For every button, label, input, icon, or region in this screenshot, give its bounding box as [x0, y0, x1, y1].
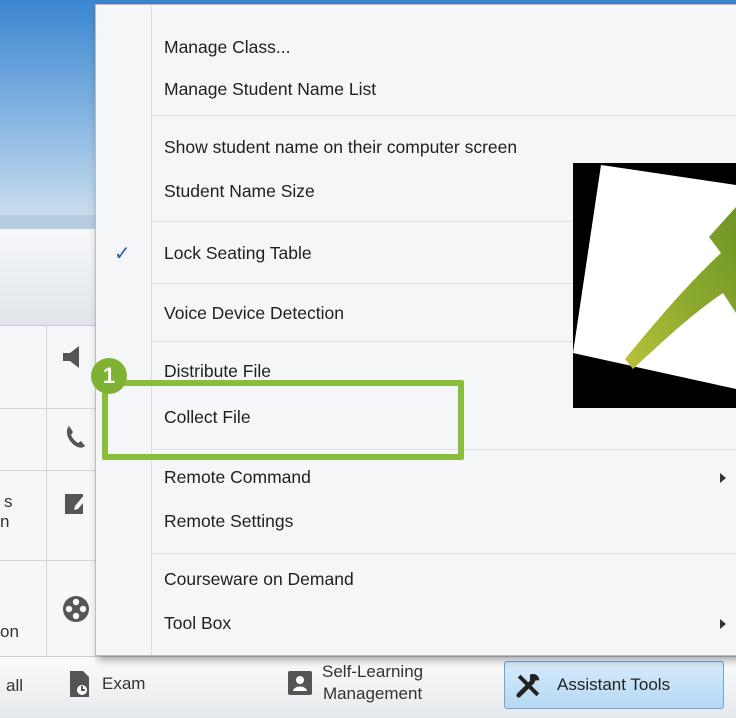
menu-item-manage-class[interactable]: Manage Class...	[164, 35, 290, 59]
edit-icon[interactable]	[56, 486, 96, 520]
submenu-arrow-icon	[720, 473, 726, 483]
self-learning-label-line1: Self-Learning	[322, 662, 424, 681]
menu-separator	[152, 553, 736, 554]
menu-icon-gutter	[151, 5, 152, 655]
film-reel-icon[interactable]	[56, 592, 96, 626]
self-learning-icon	[286, 667, 314, 699]
menu-item-remote-command[interactable]: Remote Command	[164, 465, 311, 489]
menu-item-remote-settings[interactable]: Remote Settings	[164, 509, 293, 533]
collect-file-highlight	[102, 380, 464, 460]
self-learning-label-line2: Management	[322, 684, 423, 703]
panel-row-divider	[0, 408, 100, 409]
self-learning-button[interactable]: Self-Learning Management	[286, 661, 423, 705]
submenu-arrow-icon	[720, 619, 726, 629]
exam-button[interactable]: Exam	[66, 668, 145, 700]
panel-row-divider	[0, 560, 100, 561]
assistant-tools-button[interactable]: Assistant Tools	[504, 661, 724, 709]
panel-label-fragment: s	[4, 492, 13, 511]
exam-icon	[66, 668, 94, 700]
tools-icon	[515, 669, 543, 701]
menu-item-courseware-on-demand[interactable]: Courseware on Demand	[164, 567, 354, 591]
step-number-badge: 1	[91, 358, 127, 394]
speaker-icon[interactable]	[56, 340, 96, 374]
panel-row-divider	[0, 470, 100, 471]
menu-item-lock-seating-table[interactable]: Lock Seating Table	[164, 241, 312, 265]
panel-label-fragment: n	[0, 512, 10, 531]
menu-item-tool-box[interactable]: Tool Box	[164, 611, 231, 635]
menu-item-student-name-size[interactable]: Student Name Size	[164, 179, 315, 203]
call-button[interactable]: all	[6, 676, 23, 696]
menu-item-show-student-name[interactable]: Show student name on their computer scre…	[164, 135, 517, 159]
exam-label: Exam	[102, 674, 146, 693]
call-label: all	[6, 676, 24, 695]
toolbar-divider-strip	[0, 215, 100, 229]
cursor-preview-graphic	[573, 163, 736, 408]
menu-separator	[152, 115, 736, 116]
assistant-tools-label: Assistant Tools	[557, 675, 671, 694]
menu-item-manage-student-name-list[interactable]: Manage Student Name List	[164, 77, 376, 101]
toolbar-row: A B	[0, 229, 100, 515]
menu-item-voice-device-detection[interactable]: Voice Device Detection	[164, 301, 344, 325]
panel-label-fragment: on	[0, 622, 19, 641]
phone-icon[interactable]	[56, 420, 96, 454]
checkmark-icon: ✓	[114, 241, 131, 265]
panel-divider	[46, 326, 47, 656]
